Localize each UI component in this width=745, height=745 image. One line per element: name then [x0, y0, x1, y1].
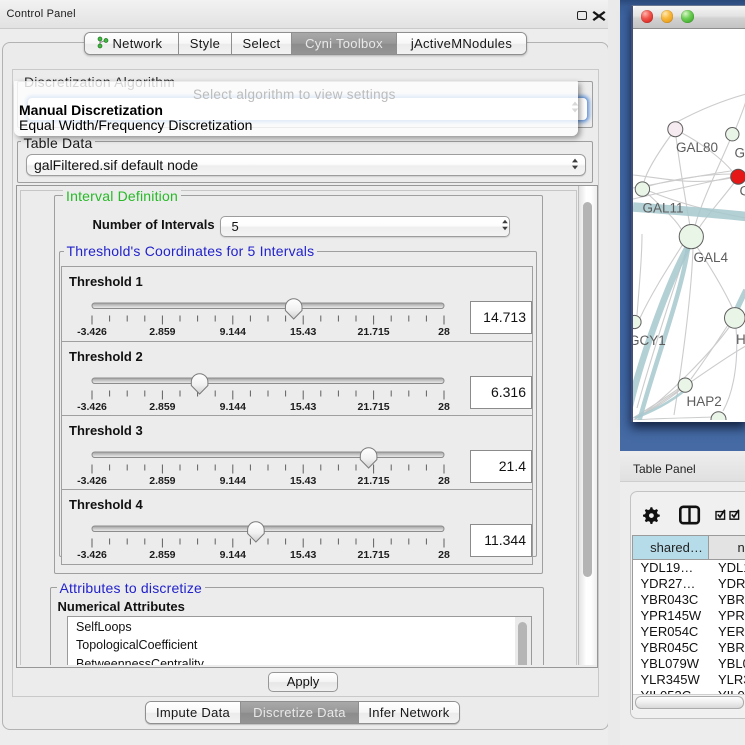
svg-text:15.43: 15.43 — [290, 475, 316, 487]
svg-text:2.859: 2.859 — [149, 401, 175, 413]
svg-text:21.715: 21.715 — [358, 475, 390, 487]
svg-text:15.43: 15.43 — [290, 549, 316, 561]
svg-text:9.144: 9.144 — [220, 401, 246, 413]
svg-text:GAL4: GAL4 — [693, 250, 728, 265]
svg-text:C: C — [739, 184, 745, 199]
svg-text:-3.426: -3.426 — [77, 549, 107, 561]
svg-text:-3.426: -3.426 — [77, 401, 107, 413]
svg-text:28: 28 — [438, 475, 450, 487]
svg-text:2.859: 2.859 — [149, 326, 175, 338]
svg-text:2.859: 2.859 — [149, 549, 175, 561]
svg-text:28: 28 — [438, 549, 450, 561]
svg-text:HAP2: HAP2 — [686, 394, 721, 409]
svg-text:9.144: 9.144 — [220, 475, 246, 487]
svg-text:H: H — [736, 332, 745, 347]
svg-text:28: 28 — [438, 326, 450, 338]
svg-text:21.715: 21.715 — [358, 549, 390, 561]
svg-text:GAL80: GAL80 — [676, 140, 718, 155]
svg-text:-3.426: -3.426 — [77, 475, 107, 487]
svg-text:9.144: 9.144 — [220, 326, 246, 338]
svg-text:15.43: 15.43 — [290, 401, 316, 413]
svg-text:2.859: 2.859 — [149, 475, 175, 487]
svg-text:GAL11: GAL11 — [642, 201, 683, 216]
svg-text:21.715: 21.715 — [358, 401, 390, 413]
svg-text:GA: GA — [734, 146, 745, 161]
svg-text:-3.426: -3.426 — [77, 326, 107, 338]
svg-text:9.144: 9.144 — [220, 549, 246, 561]
svg-text:21.715: 21.715 — [358, 326, 390, 338]
svg-text:15.43: 15.43 — [290, 326, 316, 338]
svg-text:GCY1: GCY1 — [633, 333, 666, 348]
svg-text:28: 28 — [438, 401, 450, 413]
